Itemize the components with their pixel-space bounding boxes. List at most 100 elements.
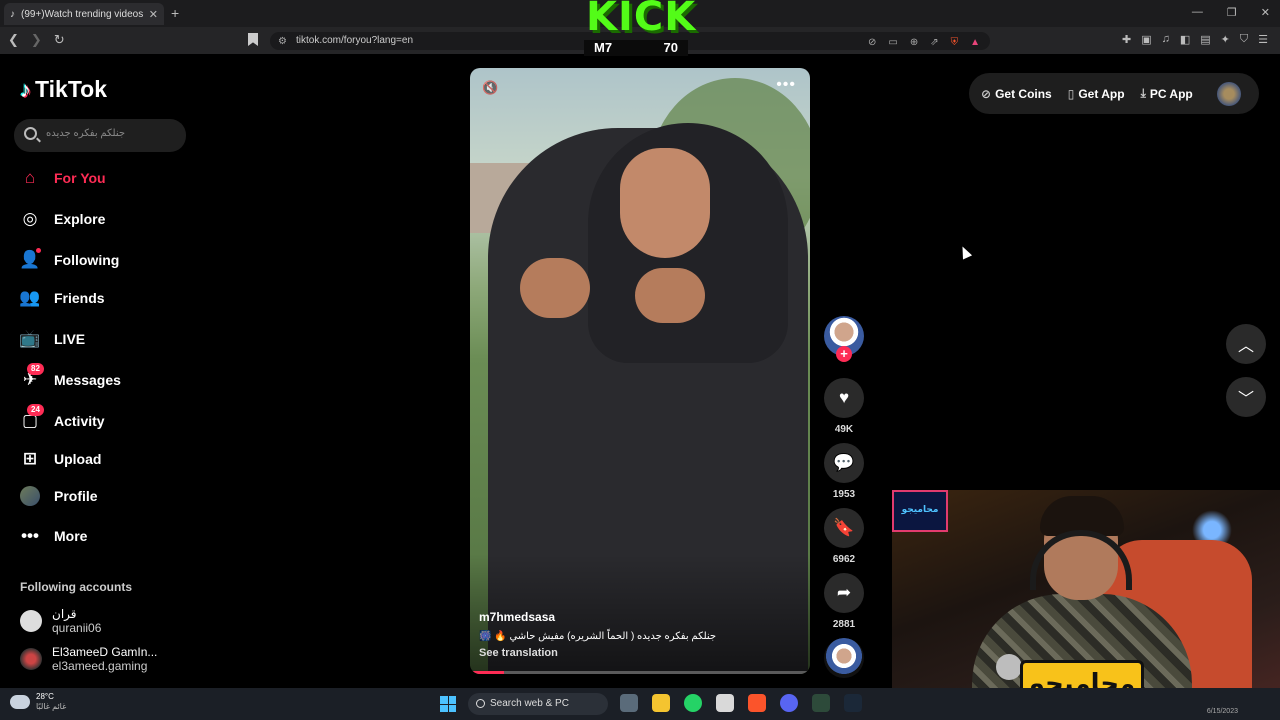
activity-badge: 24 [27,404,44,416]
activity-icon: ▢ 24 [20,404,44,431]
sidebar-item-label: Following [54,252,120,268]
next-video-button[interactable]: ﹀ [1226,377,1266,417]
close-window-icon[interactable]: ✕ [1261,6,1270,19]
wallet-icon[interactable]: ▤ [1200,33,1210,46]
sidebar-item-upload[interactable]: ⊞ Upload [20,441,200,477]
video-player[interactable]: 🔇 ••• m7hmedsasa جنلكم بفكره جديده ( الح… [470,68,810,674]
profile-avatar[interactable] [1216,81,1241,106]
share-action[interactable]: ➦ 2881 [822,573,866,630]
file-explorer-icon[interactable] [652,694,670,712]
comment-count: 1953 [832,489,856,500]
coin-icon: ⊘ [981,86,992,101]
like-action[interactable]: ♥ 49K [822,378,866,435]
search-icon [476,699,485,708]
pc-app-button[interactable]: ⤓ PC App [1141,86,1193,101]
window-controls: — ❐ ✕ [1192,6,1270,19]
comment-icon[interactable]: 💬 [824,443,864,483]
menu-icon[interactable]: ☰ [1258,33,1268,46]
neon-sign: محاميجو [892,490,948,532]
video-subject-hand [635,268,705,323]
zoom-icon[interactable]: ⊕ [910,34,918,52]
task-view-icon[interactable] [620,694,638,712]
minimize-icon[interactable]: — [1192,6,1203,19]
search-icon [24,127,37,140]
share-arrow-icon[interactable]: ➦ [824,573,864,613]
reload-icon[interactable]: ↻ [54,32,65,48]
browser-tab[interactable]: ♪ (99+)Watch trending videos for ✕ [4,3,164,25]
sidebar-item-activity[interactable]: ▢ 24 Activity [20,403,200,439]
more-options-icon[interactable]: ••• [776,76,796,94]
terminal-icon[interactable] [812,694,830,712]
sidebar-item-for-you[interactable]: ⌂ For You [20,160,200,196]
extensions-icon[interactable]: ✚ [1122,33,1131,46]
microphone-icon [996,654,1022,680]
heart-icon[interactable]: ♥ [824,378,864,418]
music-disc-icon[interactable] [824,638,864,678]
sidebar-item-profile[interactable]: Profile [20,478,200,514]
extension-toolbar: ✚ ▣ ♫ ◧ ▤ ✦ ⛉ ☰ [1122,33,1268,46]
sidebar-item-live[interactable]: 📺 LIVE [19,321,200,357]
avatar [20,610,42,632]
sidebar-item-label: Friends [54,290,105,306]
tiktok-note-icon: ♪ [20,76,31,102]
discord-icon[interactable] [780,694,798,712]
weather-text: غائم غالبًا [36,702,67,711]
get-coins-button[interactable]: ⊘ Get Coins [981,87,1052,101]
windows-start-icon[interactable] [440,696,456,712]
sidebar-item-explore[interactable]: ◎ Explore [20,201,200,237]
search-box[interactable]: جنلكم بفكره جديده [14,119,186,152]
brave-shield-icon[interactable]: ⛨ [951,34,959,52]
following-account[interactable]: قران quranii06 [20,607,101,635]
site-settings-icon[interactable]: ⚙ [278,33,287,51]
brave-browser-icon[interactable] [748,694,766,712]
new-tab-button[interactable]: + [171,5,179,21]
temperature: 28°C [36,692,54,701]
sidebar-item-label: Explore [54,211,106,227]
screenshot-icon[interactable]: ▣ [1141,33,1151,46]
avatar [20,486,40,506]
sidebar-icon[interactable]: ◧ [1180,33,1190,46]
snipping-tool-icon[interactable] [716,694,734,712]
phone-icon: ▯ [1067,86,1075,101]
save-count: 6962 [832,554,856,565]
bookmark-icon[interactable] [248,33,258,46]
get-coins-label: Get Coins [995,86,1052,101]
close-tab-icon[interactable]: ✕ [149,8,158,21]
bookmark-icon[interactable]: 🔖 [824,508,864,548]
tiktok-wordmark: TikTok [35,76,107,102]
sidebar-item-following[interactable]: 👤 Following [19,242,200,278]
leo-icon[interactable]: ✦ [1221,33,1230,46]
cast-icon[interactable]: ▭ [888,34,897,52]
restore-icon[interactable]: ❐ [1227,6,1237,19]
sidebar-item-friends[interactable]: 👥 Friends [19,280,200,316]
whatsapp-icon[interactable] [684,694,702,712]
weather-widget[interactable]: 28°C غائم غالبًا [10,692,66,712]
kick-right-text: 70 [663,40,678,55]
follow-plus-button[interactable]: + [836,346,852,362]
taskbar-date: 6/15/2023 [1206,708,1238,715]
forward-icon[interactable]: ❯ [31,32,42,48]
share-icon[interactable]: ⇗ [930,34,938,52]
video-progress-bar[interactable] [470,671,810,674]
no-image-icon[interactable]: ⊘ [868,34,876,52]
steam-icon[interactable] [844,694,862,712]
account-name: El3ameeD GamIn... [52,645,158,659]
search-input[interactable]: جنلكم بفكره جديده [46,128,125,139]
get-app-button[interactable]: ▯ Get App [1068,87,1125,101]
following-account[interactable]: El3ameeD GamIn... el3ameed.gaming [20,645,157,673]
comment-action[interactable]: 💬 1953 [822,443,866,500]
mute-icon[interactable]: 🔇 [482,80,498,96]
brave-rewards-icon[interactable]: ▲ [970,34,980,52]
previous-video-button[interactable]: ︿ [1226,324,1266,364]
sidebar-item-messages[interactable]: ✈ 82 Messages [20,362,200,398]
save-action[interactable]: 🔖 6962 [822,508,866,565]
back-icon[interactable]: ❮ [8,32,19,48]
sidebar-item-more[interactable]: ••• More [20,518,200,554]
media-icon[interactable]: ♫ [1162,33,1170,46]
tiktok-logo[interactable]: ♪ TikTok [20,76,107,103]
vpn-icon[interactable]: ⛉ [1240,33,1248,46]
see-translation-link[interactable]: See translation [479,647,558,659]
video-username[interactable]: m7hmedsasa [479,610,555,624]
kick-overlay-bar: M7 70 [584,40,688,56]
taskbar-search[interactable]: Search web & PC [468,693,608,715]
